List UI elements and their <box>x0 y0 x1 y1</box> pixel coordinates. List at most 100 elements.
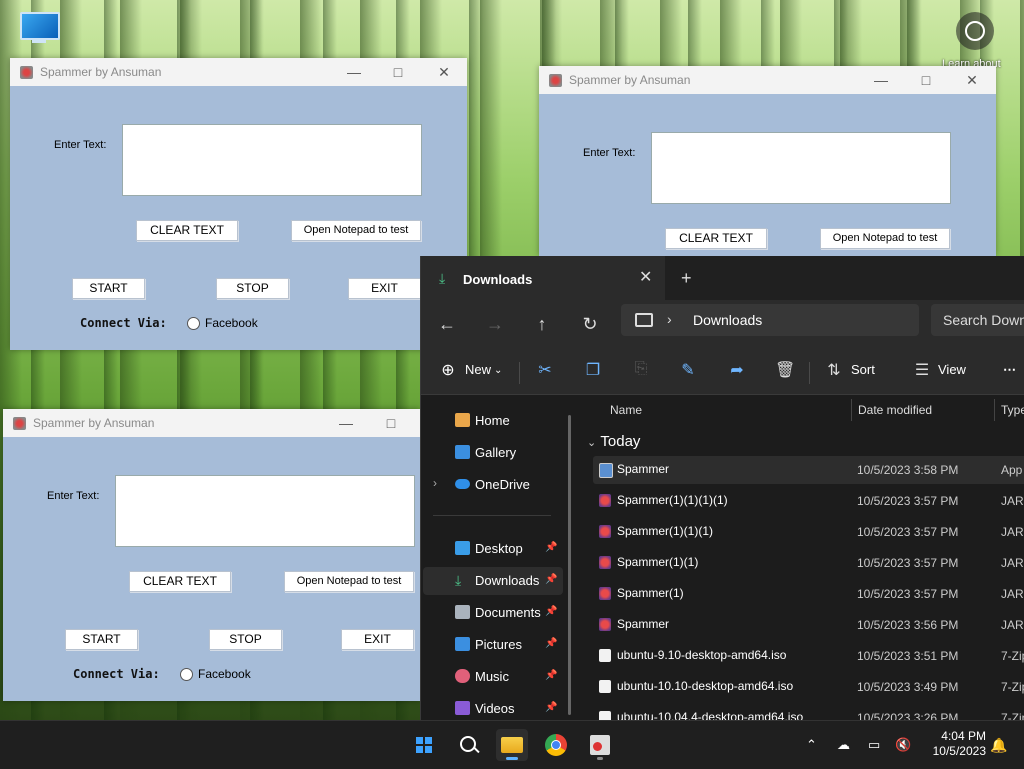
show-hidden-icons-chevron-icon[interactable]: ⌃ <box>806 737 817 753</box>
clear-text-button[interactable]: CLEAR TEXT <box>136 220 238 241</box>
file-row[interactable]: Spammer(1)(1)(1) 10/5/2023 3:57 PM JAR <box>593 518 1024 546</box>
sidebar-item-home[interactable]: Home <box>423 407 563 435</box>
folder-icon <box>501 737 523 753</box>
clear-text-button[interactable]: CLEAR TEXT <box>665 228 767 249</box>
pin-icon[interactable]: 📌 <box>545 670 557 681</box>
column-divider[interactable] <box>851 399 852 421</box>
stop-button[interactable]: STOP <box>216 278 289 299</box>
sidebar-item-music[interactable]: Music 📌 <box>423 663 563 691</box>
display-icon[interactable]: ▭ <box>868 737 880 753</box>
open-notepad-button[interactable]: Open Notepad to test <box>820 228 950 249</box>
maximize-icon[interactable]: □ <box>916 70 936 90</box>
stop-button[interactable]: STOP <box>209 629 282 650</box>
notification-bell-icon[interactable]: 🔔 <box>990 737 1007 754</box>
file-row[interactable]: ubuntu-10.10-desktop-amd64.iso 10/5/2023… <box>593 673 1024 701</box>
exit-button[interactable]: EXIT <box>348 278 421 299</box>
new-icon[interactable]: ⊕ <box>438 360 458 380</box>
spammer-taskbar-button[interactable] <box>584 729 616 761</box>
title-bar[interactable]: Spammer by Ansuman — □ ✕ <box>539 66 996 94</box>
facebook-label[interactable]: Facebook <box>205 316 258 330</box>
pin-icon[interactable]: 📌 <box>545 606 557 617</box>
refresh-icon[interactable]: ↻ <box>579 314 601 335</box>
sidebar-item-videos[interactable]: Videos 📌 <box>423 695 563 720</box>
learn-about-picture-icon[interactable] <box>956 12 994 50</box>
volume-muted-icon[interactable]: 🔇 <box>895 737 911 753</box>
pin-icon[interactable]: 📌 <box>545 542 557 553</box>
chrome-taskbar-button[interactable] <box>540 729 572 761</box>
pin-icon[interactable]: 📌 <box>545 702 557 713</box>
paste-icon[interactable]: ⎘ <box>631 360 651 378</box>
minimize-icon[interactable]: — <box>871 70 891 90</box>
chevron-right-icon[interactable]: › <box>667 311 672 327</box>
view-button[interactable]: View <box>938 362 966 377</box>
start-button[interactable]: START <box>65 629 138 650</box>
file-row[interactable]: Spammer(1)(1)(1)(1) 10/5/2023 3:57 PM JA… <box>593 487 1024 515</box>
file-row[interactable]: ubuntu-10.04.4-desktop-amd64.iso 10/5/20… <box>593 704 1024 720</box>
search-box[interactable]: Search Down <box>931 304 1024 336</box>
this-pc-desktop-icon[interactable] <box>18 12 60 46</box>
facebook-radio[interactable] <box>187 317 200 330</box>
sidebar-item-onedrive[interactable]: › OneDrive <box>423 471 563 499</box>
facebook-radio[interactable] <box>180 668 193 681</box>
start-button[interactable]: START <box>72 278 145 299</box>
text-input[interactable] <box>651 132 951 204</box>
title-bar[interactable]: Spammer by Ansuman — □ ✕ <box>10 58 467 86</box>
new-button[interactable]: New <box>465 362 491 377</box>
title-bar[interactable]: Spammer by Ansuman — □ <box>3 409 420 437</box>
sidebar-item-downloads[interactable]: ⤓ Downloads 📌 <box>423 567 563 595</box>
sidebar-item-pictures[interactable]: Pictures 📌 <box>423 631 563 659</box>
maximize-icon[interactable]: □ <box>381 413 401 433</box>
exit-button[interactable]: EXIT <box>341 629 414 650</box>
address-bar[interactable]: › Downloads <box>621 304 919 336</box>
start-button[interactable] <box>408 729 440 761</box>
network-icon[interactable]: ☁ <box>837 737 850 753</box>
tab-downloads[interactable]: ⤓ Downloads ✕ <box>421 256 665 300</box>
file-row[interactable]: Spammer 10/5/2023 3:58 PM App <box>593 456 1024 484</box>
back-icon[interactable]: ← <box>436 314 458 335</box>
file-row[interactable]: Spammer(1) 10/5/2023 3:57 PM JAR <box>593 580 1024 608</box>
file-row[interactable]: ubuntu-9.10-desktop-amd64.iso 10/5/2023 … <box>593 642 1024 670</box>
open-notepad-button[interactable]: Open Notepad to test <box>284 571 414 592</box>
sidebar-item-desktop[interactable]: Desktop 📌 <box>423 535 563 563</box>
clock[interactable]: 4:04 PM 10/5/2023 <box>922 729 986 759</box>
column-divider[interactable] <box>994 399 995 421</box>
more-icon[interactable]: ⋯ <box>1003 362 1016 378</box>
column-header-date[interactable]: Date modified <box>858 403 932 417</box>
file-row[interactable]: Spammer 10/5/2023 3:56 PM JAR <box>593 611 1024 639</box>
text-input[interactable] <box>115 475 415 547</box>
pin-icon[interactable]: 📌 <box>545 574 557 585</box>
sidebar-item-documents[interactable]: Documents 📌 <box>423 599 563 627</box>
file-row[interactable]: Spammer(1)(1) 10/5/2023 3:57 PM JAR <box>593 549 1024 577</box>
clear-text-button[interactable]: CLEAR TEXT <box>129 571 231 592</box>
pin-icon[interactable]: 📌 <box>545 638 557 649</box>
column-header-name[interactable]: Name <box>610 403 642 417</box>
search-button[interactable] <box>452 729 484 761</box>
minimize-icon[interactable]: — <box>336 413 356 433</box>
close-tab-icon[interactable]: ✕ <box>639 267 652 287</box>
sidebar-item-gallery[interactable]: Gallery <box>423 439 563 467</box>
cut-icon[interactable]: ✂ <box>535 360 555 380</box>
rename-icon[interactable]: ✎ <box>678 360 698 380</box>
view-icon[interactable]: ☰ <box>912 360 932 380</box>
sort-icon[interactable]: ⇅ <box>824 360 844 380</box>
expand-chevron-icon[interactable]: › <box>433 476 437 490</box>
group-header-today[interactable]: ⌄ Today <box>587 433 640 450</box>
column-header-type[interactable]: Type <box>1001 403 1024 417</box>
forward-icon[interactable]: → <box>484 314 506 335</box>
share-icon[interactable]: ➦ <box>727 360 747 380</box>
up-icon[interactable]: ↑ <box>531 314 553 335</box>
sort-button[interactable]: Sort <box>851 362 875 377</box>
file-explorer-taskbar-button[interactable] <box>496 729 528 761</box>
facebook-label[interactable]: Facebook <box>198 667 251 681</box>
maximize-icon[interactable]: □ <box>388 62 408 82</box>
close-icon[interactable]: ✕ <box>434 62 454 82</box>
sidebar-scrollbar[interactable] <box>568 415 571 715</box>
delete-icon[interactable]: 🗑 <box>775 360 795 380</box>
open-notepad-button[interactable]: Open Notepad to test <box>291 220 421 241</box>
text-input[interactable] <box>122 124 422 196</box>
new-chevron-icon[interactable]: ⌄ <box>494 365 502 376</box>
minimize-icon[interactable]: — <box>344 62 364 82</box>
new-tab-icon[interactable]: + <box>681 268 692 289</box>
close-icon[interactable]: ✕ <box>962 70 982 90</box>
copy-icon[interactable]: ❐ <box>583 360 603 380</box>
